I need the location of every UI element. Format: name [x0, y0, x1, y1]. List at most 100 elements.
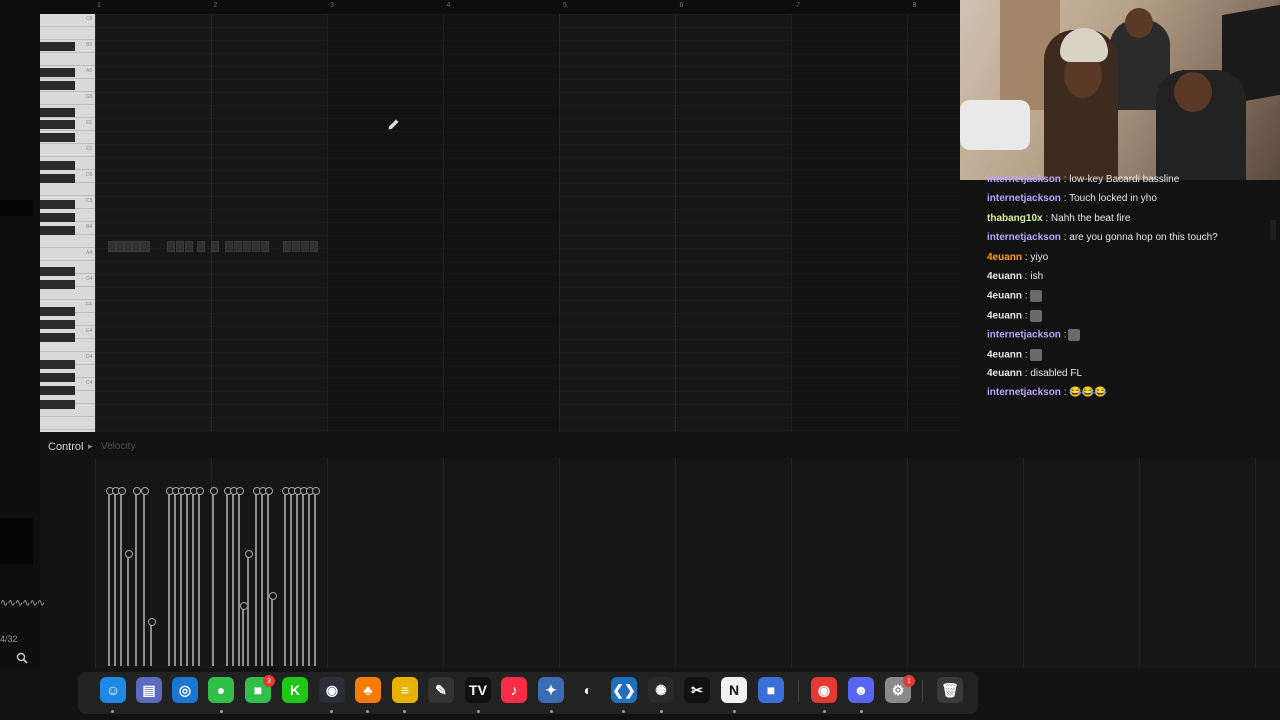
music-icon[interactable]: ♪ — [501, 677, 527, 703]
velocity-bar[interactable] — [178, 487, 186, 666]
vscode-icon[interactable]: ❮❯ — [611, 677, 637, 703]
black-key[interactable] — [40, 360, 75, 369]
ghost-note[interactable] — [283, 241, 291, 252]
zoom-icon[interactable] — [16, 651, 30, 665]
velocity-bar[interactable] — [230, 487, 238, 666]
velocity-bar[interactable] — [236, 487, 244, 666]
velocity-bar[interactable] — [245, 550, 253, 666]
trash-icon[interactable]: 🗑 — [937, 677, 963, 703]
ghost-note[interactable] — [167, 241, 175, 252]
chat-username[interactable]: 4euann — [987, 271, 1022, 282]
black-key[interactable] — [40, 373, 75, 382]
chat-scrollbar[interactable] — [1270, 220, 1276, 240]
velocity-bar[interactable] — [269, 592, 277, 666]
piano-keyboard[interactable]: C6 B5 A5 G5 F5 E5 D5 C5 B4 A4 G4 F4 E4 D4 C4 — [40, 14, 95, 432]
velocity-bar[interactable] — [294, 487, 302, 666]
timeline-ruler[interactable]: 1 2 3 4 5 6 7 8 — [40, 0, 960, 15]
chat-username[interactable]: 4euann — [987, 349, 1022, 360]
black-key[interactable] — [40, 161, 75, 170]
velocity-bar[interactable] — [210, 487, 218, 666]
velocity-bar[interactable] — [118, 487, 126, 666]
black-key[interactable] — [40, 133, 75, 142]
chat-username[interactable]: 4euann — [987, 291, 1022, 302]
black-key[interactable] — [40, 200, 75, 209]
velocity-bar[interactable] — [282, 487, 290, 666]
files-icon[interactable]: ▤ — [136, 677, 162, 703]
black-key[interactable] — [40, 42, 75, 51]
chat-username[interactable]: thabang10x — [987, 213, 1043, 224]
fl-studio-icon[interactable]: ♣ — [355, 677, 381, 703]
ghost-note[interactable] — [301, 241, 309, 252]
ghost-note[interactable] — [225, 241, 233, 252]
roblox-icon[interactable]: ■ — [758, 677, 784, 703]
chat-username[interactable]: internetjackson — [987, 387, 1061, 398]
black-key[interactable] — [40, 307, 75, 316]
chat-username[interactable]: internetjackson — [987, 193, 1061, 204]
velocity-bar[interactable] — [172, 487, 180, 666]
velocity-bar[interactable] — [253, 487, 261, 666]
velocity-bar[interactable] — [133, 487, 141, 666]
black-key[interactable] — [40, 120, 75, 129]
ghost-note[interactable] — [261, 241, 269, 252]
black-key[interactable] — [40, 81, 75, 90]
capcut-icon[interactable]: ✂ — [684, 677, 710, 703]
control-header[interactable]: Control ▸ Velocity — [40, 437, 960, 457]
github-icon[interactable]: ◐ — [575, 677, 601, 703]
ghost-note[interactable] — [234, 241, 242, 252]
black-key[interactable] — [40, 386, 75, 395]
black-key[interactable] — [40, 280, 75, 289]
obs-icon[interactable]: ◉ — [319, 677, 345, 703]
velocity-bar[interactable] — [306, 487, 314, 666]
chatgpt-icon[interactable]: ✺ — [648, 677, 674, 703]
davinci-icon[interactable]: ✦ — [538, 677, 564, 703]
ghost-note[interactable] — [140, 241, 150, 252]
control-label[interactable]: Control — [48, 441, 83, 453]
black-key[interactable] — [40, 213, 75, 222]
black-key[interactable] — [40, 108, 75, 117]
black-key[interactable] — [40, 333, 75, 342]
kick-icon[interactable]: K — [282, 677, 308, 703]
ghost-note[interactable] — [176, 241, 184, 252]
ghost-note[interactable] — [108, 241, 116, 252]
ghost-note[interactable] — [197, 241, 205, 252]
chat-username[interactable]: 4euann — [987, 252, 1022, 263]
velocity-bar[interactable] — [125, 550, 133, 666]
chat-username[interactable]: internetjackson — [987, 174, 1061, 185]
black-key[interactable] — [40, 174, 75, 183]
chrome-icon[interactable]: ◉ — [811, 677, 837, 703]
chat-username[interactable]: 4euann — [987, 310, 1022, 321]
tradingview-icon[interactable]: TV — [465, 677, 491, 703]
chat-username[interactable]: internetjackson — [987, 232, 1061, 243]
velocity-lane[interactable] — [95, 458, 1280, 668]
black-key[interactable] — [40, 400, 75, 409]
ghost-note[interactable] — [124, 241, 132, 252]
velocity-bar[interactable] — [196, 487, 204, 666]
velocity-bar[interactable] — [148, 618, 156, 666]
black-key[interactable] — [40, 68, 75, 77]
velocity-bar[interactable] — [106, 487, 114, 666]
velocity-bar[interactable] — [112, 487, 120, 666]
discord-icon[interactable]: ☻ — [848, 677, 874, 703]
velocity-bar[interactable] — [224, 487, 232, 666]
black-key[interactable] — [40, 267, 75, 276]
velocity-bar[interactable] — [141, 487, 149, 666]
velocity-bar[interactable] — [184, 487, 192, 666]
velocity-bar[interactable] — [240, 602, 248, 666]
velocity-bar[interactable] — [259, 487, 267, 666]
ghost-note[interactable] — [252, 241, 260, 252]
ghost-note[interactable] — [116, 241, 124, 252]
pencil-app-icon[interactable]: ✎ — [428, 677, 454, 703]
waveform-icon[interactable]: ∿∿∿∿∿∿ — [0, 598, 45, 612]
velocity-bar[interactable] — [265, 487, 273, 666]
velocity-bar[interactable] — [300, 487, 308, 666]
velocity-bar[interactable] — [190, 487, 198, 666]
finder-icon[interactable]: ☺ — [100, 677, 126, 703]
notes-icon[interactable]: ≡ — [392, 677, 418, 703]
ghost-note[interactable] — [132, 241, 140, 252]
velocity-bar[interactable] — [288, 487, 296, 666]
velocity-bar[interactable] — [166, 487, 174, 666]
ghost-note[interactable] — [185, 241, 193, 252]
chat-username[interactable]: internetjackson — [987, 330, 1061, 341]
messages-icon[interactable]: ● — [208, 677, 234, 703]
safari-icon[interactable]: ◎ — [172, 677, 198, 703]
